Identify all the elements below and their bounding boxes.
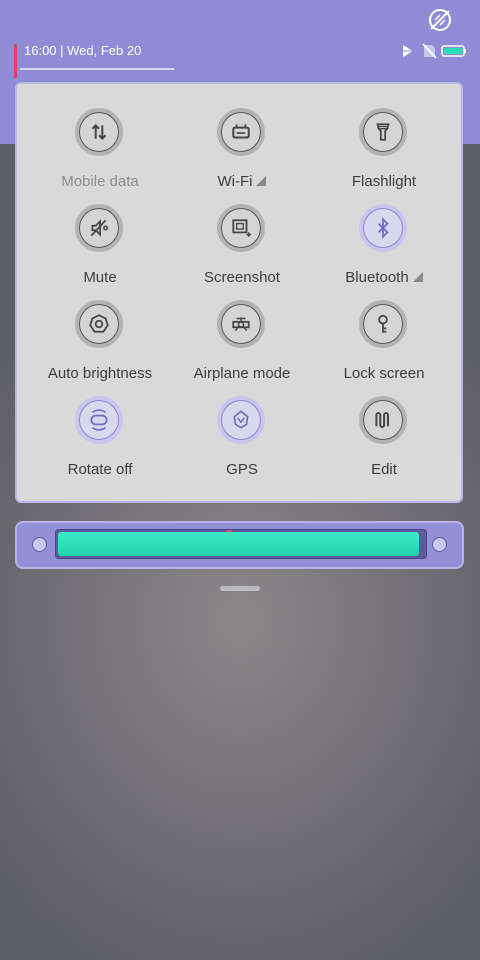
brightness-max-icon [432,537,447,552]
brightness-tick [226,530,232,532]
no-vibrate-icon[interactable] [427,7,453,33]
tile-button[interactable] [359,396,407,444]
tile-label: Edit [309,461,459,478]
gps-icon [233,410,249,429]
tile-edit[interactable]: Edit [309,372,459,478]
tile-button[interactable] [217,300,265,348]
tile-gps[interactable]: GPS [167,372,317,478]
tile-button[interactable] [217,396,265,444]
mute-icon [90,219,109,237]
battery-icon [441,45,466,57]
tile-button[interactable] [75,108,123,156]
tile-wi-fi[interactable]: Wi-Fi [167,84,317,190]
tile-button[interactable] [359,300,407,348]
brightness-slider[interactable] [15,521,464,569]
tile-button[interactable] [359,204,407,252]
tile-flashlight[interactable]: Flashlight [309,84,459,190]
tile-button[interactable] [75,396,123,444]
airplane-icon [232,317,250,332]
screenshot-icon [232,219,251,237]
tile-lock-screen[interactable]: Lock screen [309,276,459,382]
edge-marker [14,44,17,78]
bluetooth-icon [377,217,389,239]
tile-label-text: GPS [226,461,258,478]
tile-label-text: Edit [371,461,397,478]
no-sim-icon [422,43,437,59]
tile-mute[interactable]: Mute [25,180,175,286]
auto-brightness-icon [89,314,109,333]
flashlight-icon [376,123,390,141]
status-icons [403,43,466,59]
tile-label-text: Rotate off [67,461,133,478]
brightness-min-icon [32,537,47,552]
rotate-icon [90,409,108,431]
brightness-track[interactable] [55,529,427,559]
tile-button[interactable] [75,204,123,252]
brightness-fill [58,532,419,556]
tile-label: GPS [167,461,317,478]
tile-button[interactable] [75,300,123,348]
tile-button[interactable] [217,204,265,252]
tile-bluetooth[interactable]: Bluetooth [309,180,459,286]
tile-button[interactable] [359,108,407,156]
tile-auto-brightness[interactable]: Auto brightness [25,276,175,382]
datetime-text: 16:00 | Wed, Feb 20 [24,43,142,58]
tile-airplane-mode[interactable]: Airplane mode [167,276,317,382]
tile-button[interactable] [217,108,265,156]
datetime-underline [20,68,174,70]
wifi-icon [232,124,250,139]
tile-screenshot[interactable]: Screenshot [167,180,317,286]
drag-handle[interactable] [220,586,260,591]
tile-label: Rotate off [25,461,175,478]
mobile-data-icon [91,123,107,141]
edit-icon [375,411,389,429]
lock-key-icon [378,314,388,333]
tile-mobile-data[interactable]: Mobile data [25,84,175,190]
play-store-icon [403,45,413,57]
tile-rotate-off[interactable]: Rotate off [25,372,175,478]
quick-settings-panel: Mobile data Wi-Fi Flashlight Mute Screenshot… [15,82,463,503]
